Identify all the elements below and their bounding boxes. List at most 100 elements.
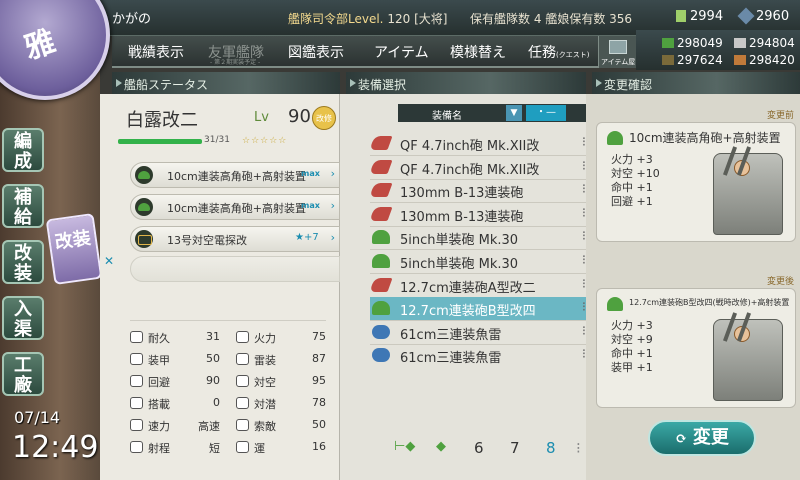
equip-list-item[interactable]: 61cm三連装魚雷 ⁝ bbox=[370, 344, 586, 368]
stat-armor-label: 装甲 bbox=[148, 354, 170, 367]
equip-list-item[interactable]: 5inch単装砲 Mk.30 ⁝ bbox=[370, 250, 586, 274]
equip-select-panel: 装備名 ▼ ・— QF 4.7inch砲 Mk.XII改 ⁝ QF 4.7inch砲… bbox=[340, 94, 586, 480]
side-arsenal-button[interactable]: 工廠 bbox=[2, 352, 44, 396]
chevron-right-icon: › bbox=[330, 199, 335, 212]
after-stat-4: 装甲 +1 bbox=[611, 361, 653, 374]
nav-friend-sub: - 第２期実装予定 - bbox=[210, 59, 261, 66]
main-gun-icon bbox=[369, 206, 393, 221]
stat-los-label: 索敵 bbox=[254, 420, 276, 433]
turret-image bbox=[713, 153, 783, 235]
filter-toggle[interactable]: ・— bbox=[526, 105, 566, 121]
nav-encyclopedia[interactable]: 図鑑表示 bbox=[288, 42, 344, 62]
pager: ⊢◆ ◆ 6 7 8 ⁝ bbox=[390, 437, 586, 461]
before-card: 10cm連装高角砲+高射装置 火力 +3 対空 +10 命中 +1 回避 +1 bbox=[596, 122, 796, 242]
side-remodel-char2: 装 bbox=[14, 263, 32, 284]
page-6[interactable]: 6 bbox=[474, 439, 484, 457]
first-page-icon[interactable]: ⊢◆ bbox=[394, 439, 415, 454]
fairy-image bbox=[734, 326, 750, 342]
ship-status-panel: 白露改二 Lv 90 改修 31/31 ☆☆☆☆☆ 10cm連装高角砲+高射装置… bbox=[100, 94, 340, 480]
stat-evasion-value: 90 bbox=[206, 374, 220, 387]
side-supply-char2: 給 bbox=[14, 207, 32, 228]
nav-furniture[interactable]: 模様替え bbox=[450, 42, 506, 62]
main-nav: 戦績表示 友軍艦隊 - 第２期実装予定 - 図鑑表示 アイテム 模様替え 任務(… bbox=[112, 36, 622, 68]
equip-list-item[interactable]: QF 4.7inch砲 Mk.XII改 ⁝ bbox=[369, 132, 586, 156]
equip-list-item[interactable]: 12.7cm連装砲A型改二 ⁝ bbox=[369, 274, 586, 298]
before-stat-4: 回避 +1 bbox=[611, 195, 653, 208]
bauxite-value: 298420 bbox=[749, 53, 795, 67]
page-next-partial: ⁝ bbox=[576, 439, 581, 457]
page-7[interactable]: 7 bbox=[510, 439, 520, 457]
side-organize-button[interactable]: 編成 bbox=[2, 128, 44, 172]
equip-name: 5inch単装砲 Mk.30 bbox=[400, 233, 519, 249]
equip-slot-empty[interactable] bbox=[130, 256, 340, 282]
nav-records[interactable]: 戦績表示 bbox=[128, 42, 184, 62]
page-8[interactable]: 8 bbox=[546, 439, 556, 457]
stat-firepower: 火力 75 bbox=[236, 328, 326, 348]
equip-slot-1[interactable]: 10cm連装高角砲+高射装置 max › bbox=[130, 162, 340, 188]
stat-evasion-label: 回避 bbox=[148, 376, 170, 389]
nav-items[interactable]: アイテム bbox=[374, 42, 429, 62]
torpedo-icon bbox=[236, 353, 249, 365]
stats-grid: 耐久 31 火力 75 装甲 50 雷装 87 回避 90 対空 95 搭載 0 対潜 78 速… bbox=[130, 328, 326, 464]
rarity-stars: ☆☆☆☆☆ bbox=[242, 136, 288, 146]
stat-antiair-label: 対空 bbox=[254, 376, 276, 389]
hagun-icon bbox=[607, 131, 623, 145]
equip-list-item[interactable]: 5inch単装砲 Mk.30 ⁝ bbox=[370, 226, 586, 250]
hq-level: 艦隊司令部Level. 120 [大将] bbox=[288, 10, 447, 27]
slot-3-name: 13号対空電探改 bbox=[167, 234, 247, 247]
fleet-count-label: 保有艦隊数 bbox=[470, 12, 531, 26]
ship-count: 356 bbox=[609, 12, 633, 26]
sort-dropdown-icon[interactable]: ▼ bbox=[506, 105, 522, 121]
stat-asw-label: 対潜 bbox=[254, 398, 276, 411]
equip-slot-3[interactable]: 13号対空電探改 ★+7 › bbox=[130, 226, 340, 252]
item-shop-button[interactable]: アイテム屋 bbox=[598, 36, 636, 68]
section-confirm: 変更確認 bbox=[592, 72, 800, 94]
ship-name: 白露改二 bbox=[126, 110, 198, 131]
equip-list-item[interactable]: 130mm B-13連装砲 ⁝ bbox=[369, 179, 586, 203]
equip-name: 130mm B-13連装砲 bbox=[400, 209, 524, 225]
side-docking-button[interactable]: 入渠 bbox=[2, 296, 44, 340]
devmat-value: 2960 bbox=[756, 9, 790, 24]
firepower-icon bbox=[236, 331, 249, 343]
side-docking-char1: 入 bbox=[14, 299, 32, 320]
equip-list-item[interactable]: 12.7cm連装砲B型改四 ⁝ bbox=[370, 297, 586, 322]
bauxite-count: 298420 bbox=[734, 53, 795, 67]
stat-hp-value: 31 bbox=[206, 330, 220, 343]
equip-list-item[interactable]: 130mm B-13連装砲 ⁝ bbox=[369, 203, 586, 227]
materials-panel: 298049 294804 297624 298420 bbox=[636, 30, 800, 70]
equip-list-item[interactable]: QF 4.7inch砲 Mk.XII改 ⁝ bbox=[369, 156, 586, 180]
side-supply-button[interactable]: 補給 bbox=[2, 184, 44, 228]
chevron-right-icon: › bbox=[330, 167, 335, 180]
bauxite-icon bbox=[734, 55, 746, 65]
fuel-value: 298049 bbox=[677, 36, 723, 50]
unequip-icon[interactable]: ✕ bbox=[104, 254, 114, 268]
equip-name: QF 4.7inch砲 Mk.XII改 bbox=[400, 162, 540, 178]
equip-list-item[interactable]: 61cm三連装魚雷 ⁝ bbox=[370, 321, 586, 345]
change-button-label: 変更 bbox=[692, 427, 729, 448]
change-button[interactable]: ⟳ 変更 bbox=[648, 420, 756, 456]
prev-page-icon[interactable]: ◆ bbox=[436, 439, 446, 454]
nav-quests-label: 任務 bbox=[528, 45, 556, 61]
steel-count: 294804 bbox=[734, 36, 795, 50]
slot-1-max: max bbox=[301, 169, 320, 178]
hq-level-value: 120 bbox=[387, 12, 411, 26]
side-arsenal-char2: 廠 bbox=[14, 375, 32, 396]
antiair-icon bbox=[236, 375, 249, 387]
stat-antiair: 対空 95 bbox=[236, 372, 326, 392]
side-remodel-button[interactable]: 改装 bbox=[2, 240, 44, 284]
rank: [大将] bbox=[414, 12, 448, 26]
los-icon bbox=[236, 419, 249, 431]
stat-asw-value: 78 bbox=[312, 396, 326, 409]
nav-quests[interactable]: 任務(クエスト) bbox=[528, 42, 589, 62]
after-label: 変更後 bbox=[766, 277, 794, 287]
fuel-count: 298049 bbox=[662, 36, 723, 50]
stat-speed-value: 高速 bbox=[198, 420, 220, 433]
after-card: 12.7cm連装砲B型改四(戦時改修)+高射装置 火力 +3 対空 +9 命中 … bbox=[596, 288, 796, 408]
equip-slot-2[interactable]: 10cm連装高角砲+高射装置 max › bbox=[130, 194, 340, 220]
equip-name: 12.7cm連装砲A型改二 bbox=[400, 280, 536, 296]
bucket-value: 2994 bbox=[690, 9, 724, 24]
range-icon bbox=[130, 441, 143, 453]
stat-aircraft-value: 0 bbox=[213, 396, 220, 409]
equip-name: 130mm B-13連装砲 bbox=[400, 186, 524, 202]
kaisou-tab[interactable]: 改装 bbox=[45, 212, 103, 286]
